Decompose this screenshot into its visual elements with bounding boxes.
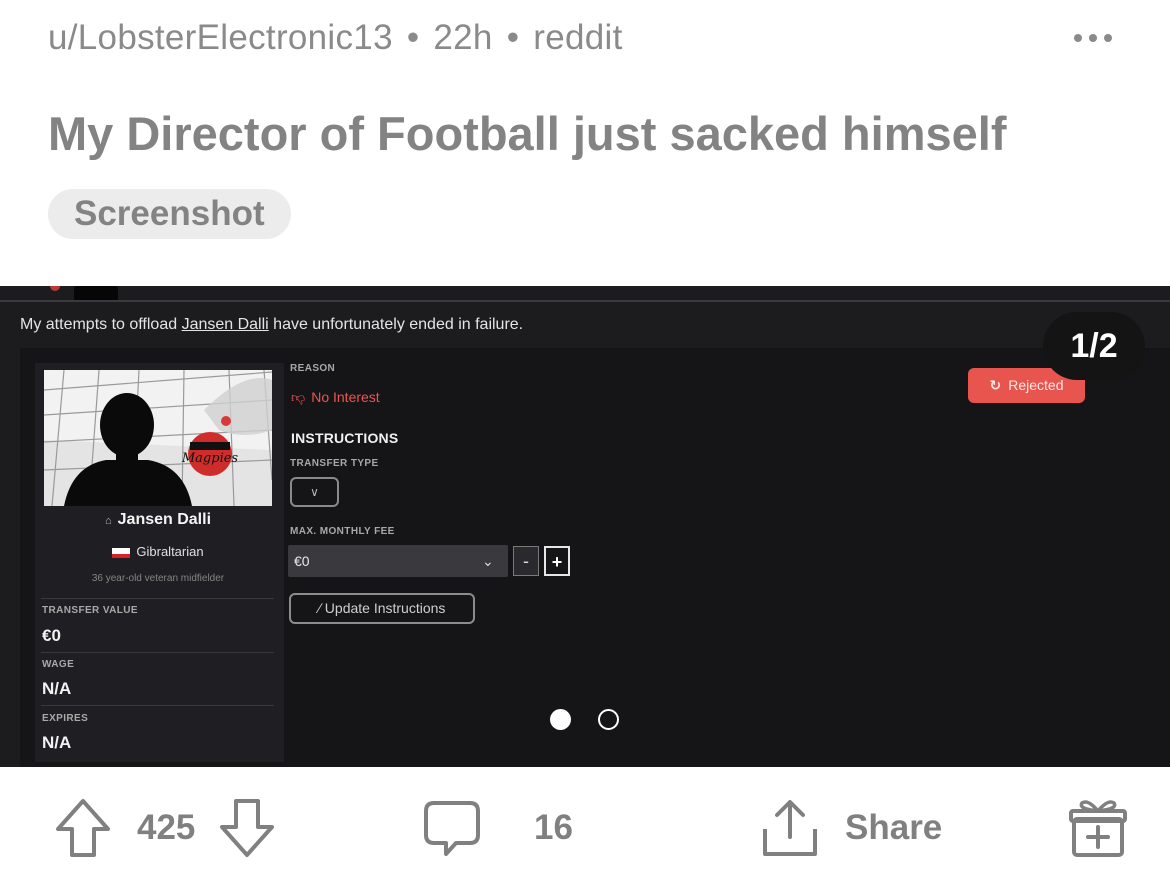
expires-value: N/A bbox=[42, 733, 72, 752]
pagination-dot-1[interactable] bbox=[550, 709, 571, 730]
player-name[interactable]: ⌂ Jansen Dalli bbox=[44, 511, 272, 529]
divider bbox=[41, 705, 274, 706]
upvote-count: 425 bbox=[137, 808, 196, 847]
separator-dot: • bbox=[506, 18, 520, 57]
wage-label: WAGE bbox=[42, 659, 75, 670]
gibraltar-flag-icon bbox=[112, 547, 131, 558]
award-button[interactable] bbox=[1068, 796, 1128, 860]
update-instructions-button[interactable]: ∕ Update Instructions bbox=[289, 593, 475, 624]
avatar-silhouette bbox=[74, 286, 118, 300]
divider bbox=[41, 652, 274, 653]
person-icon: ⌂ bbox=[104, 515, 112, 527]
comment-count: 16 bbox=[534, 808, 573, 847]
post-meta: u/LobsterElectronic13 • 22h • reddit bbox=[48, 18, 623, 58]
post-title[interactable]: My Director of Football just sacked hims… bbox=[48, 106, 1006, 161]
refresh-icon: ↻ bbox=[989, 377, 1002, 393]
wage-value: N/A bbox=[42, 679, 72, 698]
chevron-down-icon: ∨ bbox=[310, 485, 319, 499]
post-flair[interactable]: Screenshot bbox=[48, 189, 291, 239]
increase-fee-button[interactable]: + bbox=[544, 546, 570, 576]
award-icon bbox=[1069, 800, 1127, 857]
post-age: 22h bbox=[433, 18, 493, 57]
player-description: 36 year-old veteran midfielder bbox=[91, 573, 225, 584]
separator-dot: • bbox=[406, 18, 420, 57]
max-fee-select[interactable]: €0 ⌄ bbox=[288, 545, 508, 577]
vote-group: 425 bbox=[55, 796, 275, 860]
chevron-down-icon: ⌄ bbox=[482, 553, 494, 569]
player-photo: Magpies bbox=[44, 370, 272, 506]
transfer-type-label: TRANSFER TYPE bbox=[290, 458, 379, 469]
downvote-icon[interactable] bbox=[219, 798, 275, 858]
thumbs-down-icon: 👎︎ bbox=[291, 389, 306, 405]
decrease-fee-button[interactable]: - bbox=[513, 546, 539, 576]
reason-value: 👎︎ No Interest bbox=[291, 389, 380, 405]
transfer-value: €0 bbox=[42, 626, 61, 645]
media-caption: My attempts to offload Jansen Dalli have… bbox=[20, 316, 524, 333]
post-source[interactable]: reddit bbox=[533, 18, 622, 57]
slide-counter: 1/2 bbox=[1043, 312, 1145, 380]
comments-button[interactable]: 16 bbox=[422, 796, 573, 860]
badge-dot bbox=[50, 286, 60, 291]
upvote-icon[interactable] bbox=[55, 798, 111, 858]
transfer-value-label: TRANSFER VALUE bbox=[42, 605, 138, 616]
transfer-type-select[interactable]: ∨ bbox=[290, 477, 339, 507]
share-label: Share bbox=[845, 808, 943, 847]
divider bbox=[41, 598, 274, 599]
more-icon[interactable] bbox=[1074, 34, 1112, 42]
username[interactable]: u/LobsterElectronic13 bbox=[48, 18, 393, 57]
share-button[interactable]: Share bbox=[760, 796, 942, 860]
player-nationality: Gibraltarian bbox=[44, 544, 272, 559]
player-link: Jansen Dalli bbox=[181, 316, 269, 333]
reason-label: REASON bbox=[290, 363, 336, 374]
max-fee-label: MAX. MONTHLY FEE bbox=[290, 526, 395, 537]
pagination-dot-2[interactable] bbox=[598, 709, 619, 730]
comment-icon bbox=[424, 801, 480, 856]
share-icon bbox=[763, 800, 817, 856]
divider bbox=[0, 300, 1170, 302]
expires-label: EXPIRES bbox=[42, 713, 89, 724]
club-badge-text: Magpies bbox=[181, 451, 239, 466]
pencil-icon: ∕ bbox=[318, 600, 321, 616]
instructions-heading: INSTRUCTIONS bbox=[291, 430, 399, 446]
max-fee-value: €0 bbox=[294, 553, 310, 569]
